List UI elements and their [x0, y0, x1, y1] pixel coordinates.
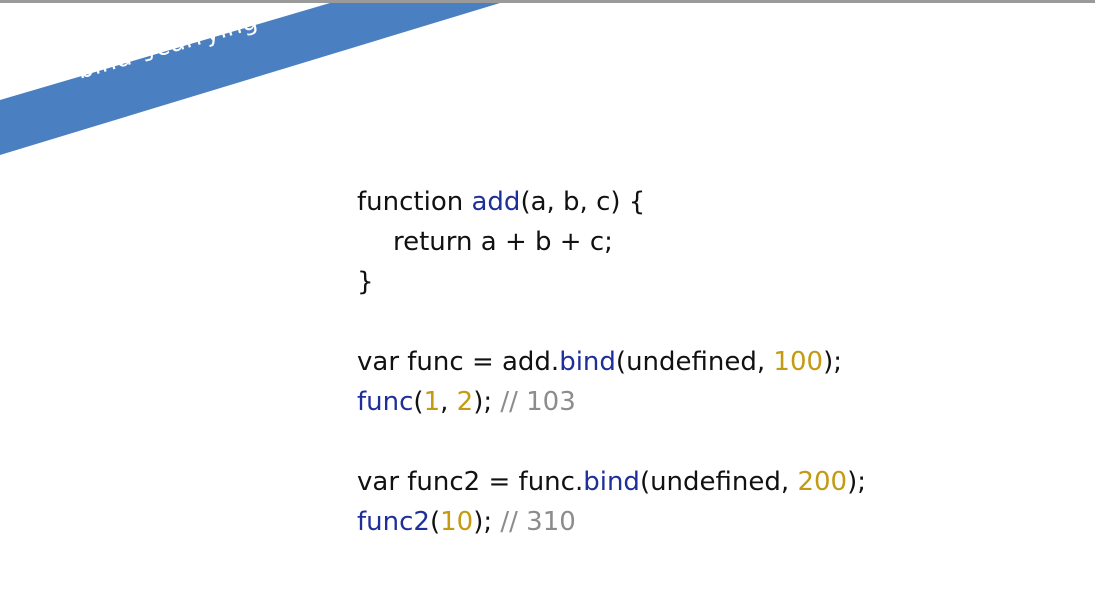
comment: // 103 [500, 387, 576, 417]
code-line-2: return a + b + c; [357, 222, 866, 262]
number-literal: 2 [456, 387, 474, 417]
code-line-4: var func = add.bind(undefined, 100); [357, 342, 866, 382]
closing-brace: } [357, 267, 374, 297]
number-literal: 1 [423, 387, 441, 417]
code-text: ( [429, 507, 441, 537]
code-line-1: function add(a, b, c) { [357, 182, 866, 222]
code-text: ); [823, 347, 842, 377]
return-statement: return a + b + c; [393, 227, 613, 257]
title-banner [0, 3, 500, 155]
code-line-5: func(1, 2); // 103 [357, 382, 866, 422]
code-text: ); [473, 507, 501, 537]
code-text: (undefined, [615, 347, 774, 377]
comment: // 310 [500, 507, 576, 537]
code-line-7: func2(10); // 310 [357, 502, 866, 542]
code-line-3: } [357, 262, 866, 302]
keyword: function [357, 187, 472, 217]
function-call: func [357, 387, 414, 417]
number-literal: 100 [773, 347, 824, 377]
method-name: bind [583, 467, 640, 497]
code-line-6: var func2 = func.bind(undefined, 200); [357, 462, 866, 502]
number-literal: 10 [440, 507, 474, 537]
code-text: var func2 = func. [357, 467, 584, 497]
code-text: (undefined, [639, 467, 798, 497]
code-text: ); [473, 387, 501, 417]
code-text: ( [413, 387, 424, 417]
method-name: bind [559, 347, 616, 377]
number-literal: 200 [797, 467, 848, 497]
params: (a, b, c) { [520, 187, 646, 217]
code-block: function add(a, b, c) { return a + b + c… [357, 182, 866, 542]
function-call: func2 [357, 507, 430, 537]
code-text: ); [847, 467, 866, 497]
code-text: var func = add. [357, 347, 560, 377]
code-text: , [440, 387, 457, 417]
function-name: add [471, 187, 521, 217]
